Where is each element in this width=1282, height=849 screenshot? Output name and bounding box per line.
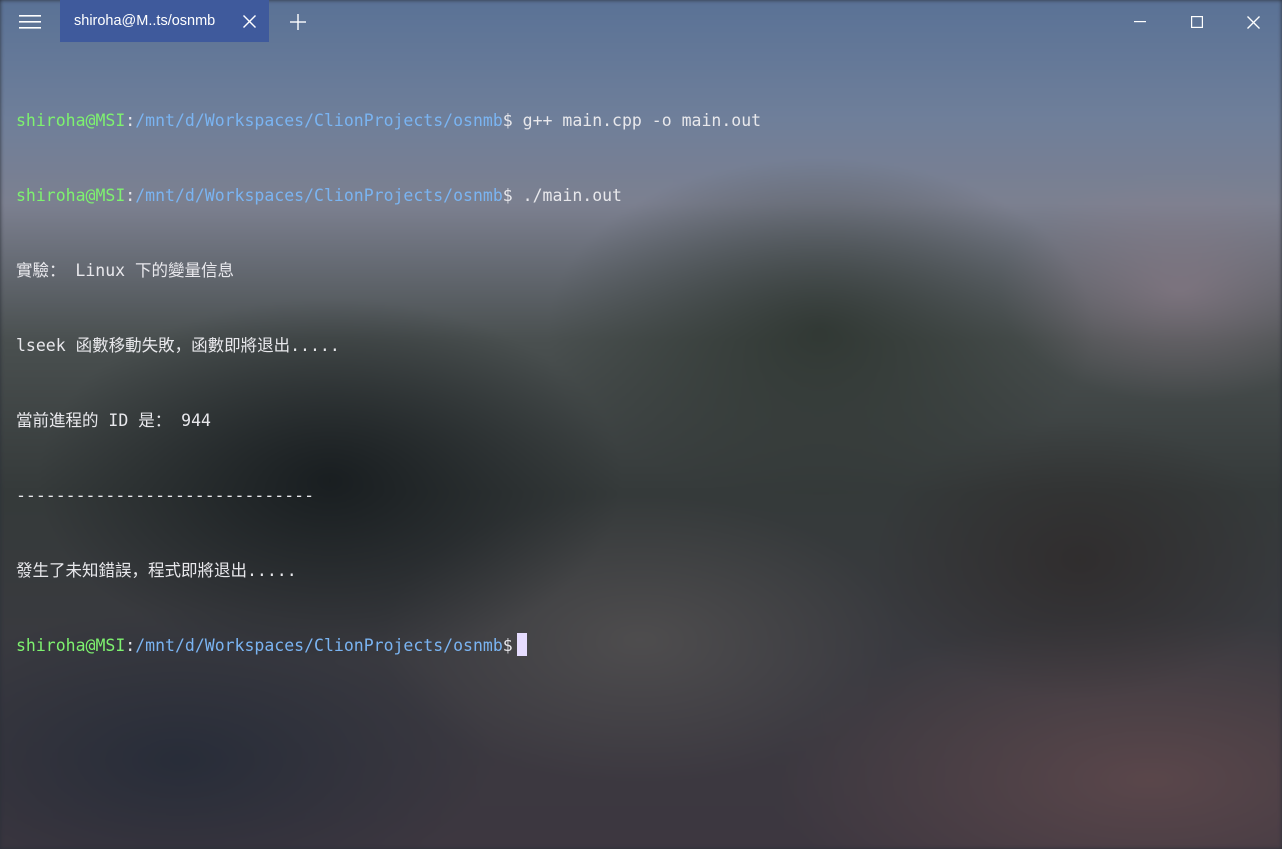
text-cursor (516, 633, 527, 656)
terminal-line: shiroha@MSI:/mnt/d/Workspaces/ClionProje… (16, 183, 1266, 208)
minimize-icon (1133, 21, 1146, 23)
tab-title: shiroha@M..ts/osnmb (74, 13, 216, 29)
terminal-line: shiroha@MSI:/mnt/d/Workspaces/ClionProje… (16, 633, 1266, 658)
hamburger-menu-button[interactable] (0, 0, 60, 44)
prompt-path: /mnt/d/Workspaces/ClionProjects/osnmb (135, 111, 503, 130)
prompt-path: /mnt/d/Workspaces/ClionProjects/osnmb (135, 186, 503, 205)
close-icon (242, 14, 256, 28)
minimize-button[interactable] (1111, 0, 1168, 44)
command-text: g++ main.cpp -o main.out (512, 111, 762, 130)
plus-icon (290, 14, 306, 30)
prompt-symbol: $ (502, 636, 513, 655)
output-line: 實驗： Linux 下的變量信息 (16, 261, 235, 280)
output-line: lseek 函數移動失敗，函數即將退出..... (16, 336, 340, 355)
prompt-colon: : (125, 111, 136, 130)
tab-terminal[interactable]: shiroha@M..ts/osnmb (60, 0, 269, 42)
maximize-icon (1190, 16, 1203, 28)
command-text: ./main.out (512, 186, 622, 205)
hamburger-icon (19, 15, 41, 29)
prompt-colon: : (125, 636, 136, 655)
close-icon (1247, 15, 1260, 29)
prompt-symbol: $ (502, 186, 513, 205)
terminal-line: shiroha@MSI:/mnt/d/Workspaces/ClionProje… (16, 108, 1266, 133)
output-line: 當前進程的 ID 是： 944 (16, 411, 211, 430)
prompt-user-host: shiroha@MSI (16, 186, 126, 205)
new-tab-button[interactable] (269, 0, 327, 44)
output-separator: ------------------------------ (16, 486, 315, 505)
prompt-user-host: shiroha@MSI (16, 636, 126, 655)
title-bar-drag-area[interactable] (327, 0, 1111, 44)
prompt-colon: : (125, 186, 136, 205)
prompt-symbol: $ (502, 111, 513, 130)
close-tab-button[interactable] (229, 0, 269, 42)
terminal-output[interactable]: shiroha@MSI:/mnt/d/Workspaces/ClionProje… (16, 58, 1266, 683)
prompt-user-host: shiroha@MSI (16, 111, 126, 130)
close-window-button[interactable] (1225, 0, 1282, 44)
output-line: 發生了未知錯誤，程式即將退出..... (16, 561, 297, 580)
title-bar: shiroha@M..ts/osnmb (0, 0, 1282, 44)
prompt-path: /mnt/d/Workspaces/ClionProjects/osnmb (135, 636, 503, 655)
maximize-button[interactable] (1168, 0, 1225, 44)
